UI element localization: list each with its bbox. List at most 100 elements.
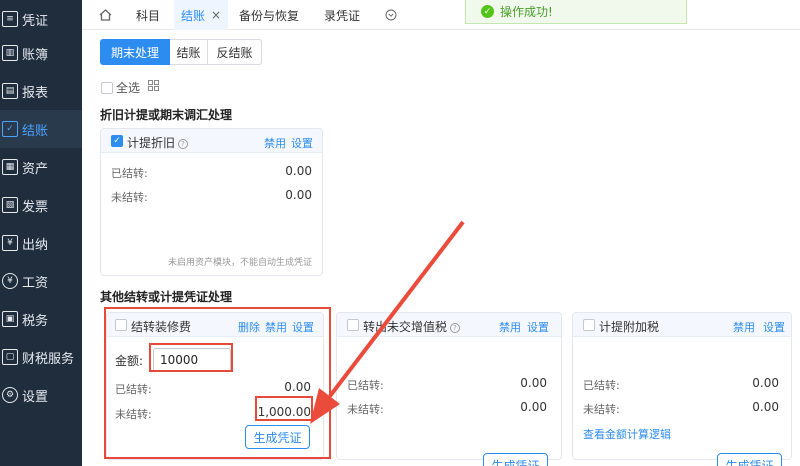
sidebar-item-label: 凭证 [22, 13, 49, 29]
segment-close[interactable]: 结账 [170, 39, 208, 65]
tab-enter-voucher[interactable]: 录凭证 [312, 0, 372, 30]
decoration-checkbox[interactable] [115, 319, 127, 331]
tab-label: 科目 [135, 8, 160, 23]
sidebar-item-label: 报表 [22, 85, 49, 101]
disable-link[interactable]: 禁用 [733, 319, 755, 335]
sidebar-item-closing[interactable]: ✓ 结账 [0, 110, 82, 148]
uncarried-label: 未结转: [115, 408, 152, 421]
sidebar-item-tax[interactable]: ▣ 税务 [0, 300, 82, 338]
sidebar-item-service[interactable]: ▢ 财税服务 [0, 338, 82, 376]
salary-icon: ¥ [2, 273, 18, 289]
uncarried-label: 未结转: [347, 403, 384, 416]
settings-link[interactable]: 设置 [291, 135, 313, 151]
tab-backup[interactable]: 备份与恢复 [228, 0, 310, 30]
uncarried-value: 1,000.00 [257, 405, 311, 419]
card-title-text: 计提折旧 [127, 136, 176, 150]
disable-link[interactable]: 禁用 [499, 319, 521, 335]
sidebar-item-label: 资产 [22, 161, 49, 177]
disable-link[interactable]: 禁用 [264, 135, 286, 151]
service-icon: ▢ [2, 349, 18, 365]
sidebar: ≡ 凭证 ▥ 账簿 ▤ 报表 ✓ 结账 ▦ 资产 ▧ 发票 ¥ 出纳 ¥ 工资 … [0, 0, 82, 466]
carried-value: 0.00 [752, 376, 779, 390]
sidebar-item-label: 税务 [22, 313, 49, 329]
tab-label: 备份与恢复 [238, 8, 299, 23]
generate-voucher-button[interactable]: 生成凭证 [245, 425, 310, 449]
sidebar-item-label: 设置 [22, 389, 49, 405]
carried-value: 0.00 [520, 376, 547, 390]
depreciation-checkbox[interactable]: ✓ [111, 135, 123, 147]
check-circle-icon: ✓ [481, 5, 494, 18]
tax-icon: ▣ [2, 311, 18, 327]
grid-view-icon[interactable] [148, 80, 159, 91]
section-title: 折旧计提或期末调汇处理 [100, 108, 233, 122]
card-title: 转出未交增值税? [363, 318, 461, 335]
carried-label: 已结转: [583, 379, 620, 392]
home-icon [99, 9, 111, 21]
success-toast: ✓ 操作成功! [465, 0, 687, 24]
tab-more[interactable] [378, 0, 404, 30]
surtax-card: 计提附加税 禁用 设置 已结转: 0.00 未结转: 0.00 查看金额计算逻辑… [572, 312, 792, 466]
gear-icon: ⚙ [2, 387, 18, 403]
sidebar-item-asset[interactable]: ▦ 资产 [0, 148, 82, 186]
invoice-icon: ▧ [2, 197, 18, 213]
sidebar-item-label: 财税服务 [22, 351, 75, 367]
section-title: 其他结转或计提凭证处理 [100, 290, 233, 304]
select-all-checkbox[interactable] [101, 82, 113, 94]
settings-link[interactable]: 设置 [527, 319, 549, 335]
sidebar-item-label: 结账 [22, 123, 49, 139]
uncarried-label: 未结转: [583, 403, 620, 416]
sidebar-item-voucher[interactable]: ≡ 凭证 [0, 0, 82, 38]
sidebar-item-label: 工资 [22, 275, 49, 291]
settings-link[interactable]: 设置 [763, 319, 785, 335]
toast-text: 操作成功! [500, 5, 553, 19]
card-title: 计提附加税 [599, 320, 660, 334]
segment-period-end[interactable]: 期末处理 [100, 39, 170, 65]
carried-value: 0.00 [284, 380, 311, 394]
close-icon[interactable]: × [211, 8, 221, 22]
sidebar-item-ledger[interactable]: ▥ 账簿 [0, 34, 82, 72]
tab-label: 结账 [180, 8, 205, 23]
asset-icon: ▦ [2, 159, 18, 175]
segment-label: 反结账 [216, 45, 253, 60]
uncarried-label: 未结转: [111, 191, 148, 204]
sidebar-item-label: 账簿 [22, 47, 49, 63]
uncarried-value: 0.00 [285, 188, 312, 202]
voucher-icon: ≡ [2, 11, 18, 27]
amount-input[interactable]: 10000 [153, 348, 231, 372]
sidebar-item-salary[interactable]: ¥ 工资 [0, 262, 82, 300]
chevron-down-icon [385, 9, 397, 21]
segment-label: 期末处理 [110, 45, 159, 60]
amount-label: 金额: [115, 354, 144, 368]
sidebar-item-invoice[interactable]: ▧ 发票 [0, 186, 82, 224]
cashier-icon: ¥ [2, 235, 18, 251]
delete-link[interactable]: 删除 [238, 319, 260, 335]
sidebar-item-label: 发票 [22, 199, 49, 215]
sidebar-item-settings[interactable]: ⚙ 设置 [0, 376, 82, 414]
help-icon[interactable]: ? [450, 323, 461, 333]
segment-reverse-close[interactable]: 反结账 [208, 39, 262, 65]
generate-voucher-button[interactable]: 生成凭证 [483, 453, 548, 466]
tab-closing[interactable]: 结账 × [174, 0, 228, 30]
vat-transfer-card: 转出未交增值税? 禁用 设置 已结转: 0.00 未结转: 0.00 生成凭证 [336, 312, 562, 466]
help-icon[interactable]: ? [178, 139, 189, 149]
tab-accounts[interactable]: 科目 [122, 0, 174, 30]
uncarried-value: 0.00 [520, 400, 547, 414]
tab-home[interactable] [90, 0, 120, 30]
sidebar-item-report[interactable]: ▤ 报表 [0, 72, 82, 110]
depreciation-card: ✓ 计提折旧? 禁用 设置 已结转: 0.00 未结转: 0.00 未启用资产模… [100, 128, 323, 276]
segment-label: 结账 [176, 45, 201, 60]
view-calculation-link[interactable]: 查看金额计算逻辑 [583, 426, 671, 442]
surtax-checkbox[interactable] [583, 319, 595, 331]
card-note: 未启用资产模块，不能自动生成凭证 [167, 258, 312, 268]
carried-label: 已结转: [111, 167, 148, 180]
vat-checkbox[interactable] [347, 319, 359, 331]
disable-link[interactable]: 禁用 [265, 319, 287, 335]
select-all-label: 全选 [116, 81, 141, 95]
sidebar-item-cashier[interactable]: ¥ 出纳 [0, 224, 82, 262]
carried-label: 已结转: [347, 379, 384, 392]
card-title-text: 转出未交增值税 [363, 320, 448, 334]
generate-voucher-button[interactable]: 生成凭证 [717, 453, 782, 466]
tab-label: 录凭证 [323, 8, 360, 23]
settings-link[interactable]: 设置 [292, 319, 314, 335]
card-title: 计提折旧? [127, 134, 189, 151]
